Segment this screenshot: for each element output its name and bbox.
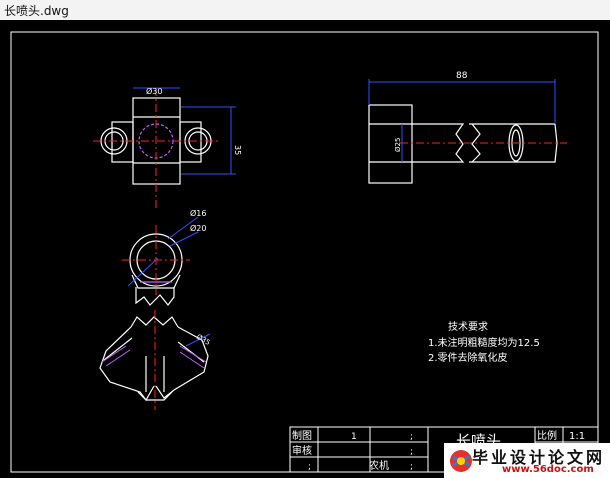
- title-tick-c: ;: [410, 447, 413, 457]
- watermark-badge: 毕业设计论文网 www.56doc.com: [444, 443, 610, 478]
- watermark-logo-icon: [450, 450, 472, 472]
- window-title: 长喷头.dwg: [4, 4, 69, 18]
- dim-d30: Ø30: [146, 86, 162, 96]
- title-tick-a: 1: [351, 432, 357, 442]
- drawing-canvas[interactable]: Ø30 35 88 Ø25 Ø16 Ø20 Ø35 技术要求 1.未注明粗糙度均…: [0, 20, 610, 478]
- notes-heading: 技术要求: [448, 320, 488, 333]
- dim-d16: Ø16: [190, 208, 206, 218]
- dim-d20: Ø20: [190, 223, 206, 233]
- dim-35: 35: [233, 145, 242, 155]
- title-check-label: 审核: [292, 444, 312, 457]
- title-tick-e: ;: [410, 462, 413, 472]
- title-org: 农机: [369, 459, 389, 472]
- dim-88: 88: [456, 71, 468, 81]
- notes-line2: 2.零件去除氧化皮: [428, 351, 508, 364]
- top-view-dims: [133, 87, 236, 175]
- notes-line1: 1.未注明粗糙度均为12.5: [428, 336, 540, 349]
- watermark-url: www.56doc.com: [502, 464, 594, 475]
- title-tick-d: ;: [308, 462, 311, 472]
- window-titlebar: 长喷头.dwg: [0, 0, 610, 21]
- dim-d25: Ø25: [394, 138, 402, 152]
- title-scale-label: 比例: [537, 429, 557, 442]
- cad-drawing: Ø30 35 88 Ø25 Ø16 Ø20 Ø35 技术要求 1.未注明粗糙度均…: [10, 31, 599, 473]
- title-drawn-label: 制图: [292, 429, 312, 442]
- title-tick-b: ;: [410, 432, 413, 442]
- drawing-frame: [10, 31, 599, 473]
- title-scale-value: 1:1: [569, 431, 585, 442]
